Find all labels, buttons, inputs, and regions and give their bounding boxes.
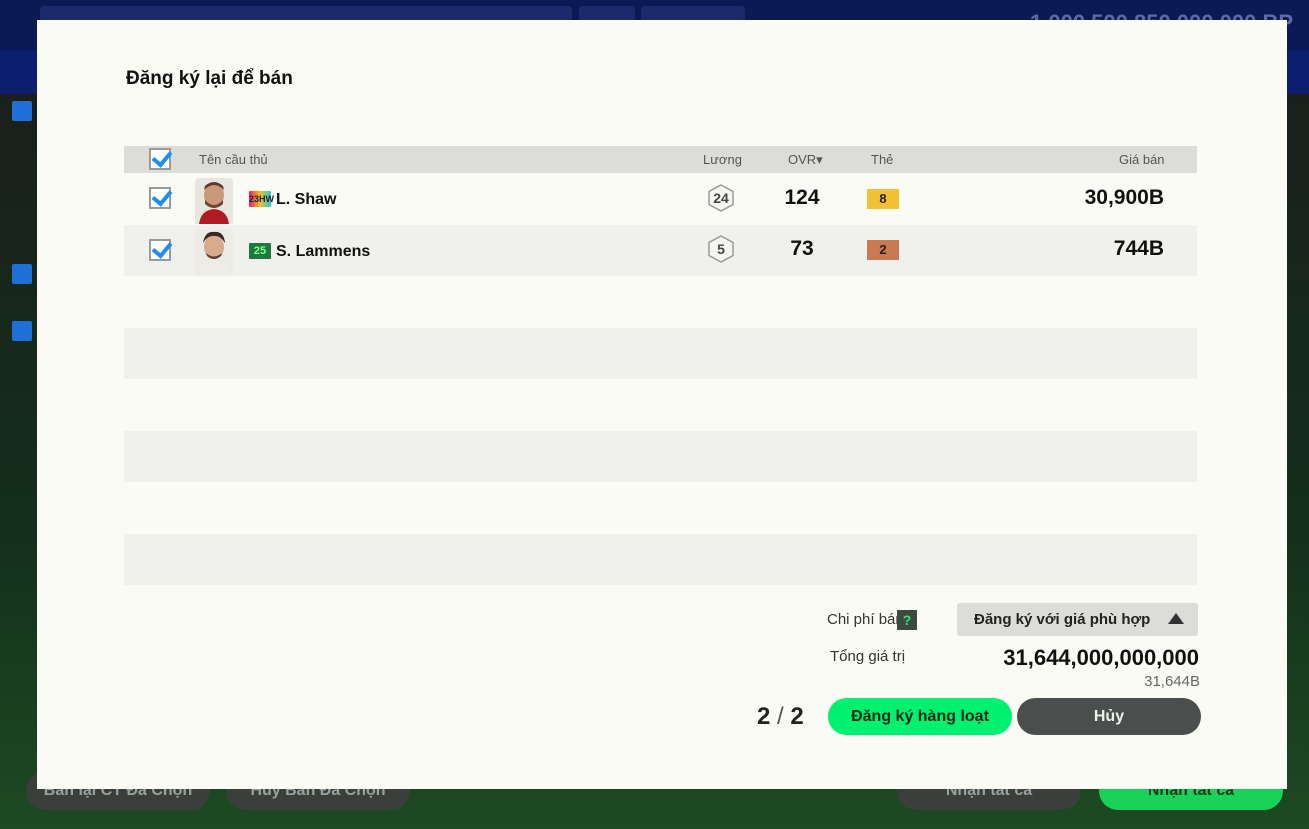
wage-hexagon: 24: [708, 184, 734, 212]
card-grade-badge: 8: [867, 189, 899, 209]
bg-checkbox: [12, 264, 32, 284]
col-wage: Lương: [703, 152, 742, 167]
season-badge: 25: [249, 243, 271, 259]
player-name: S. Lammens: [276, 243, 371, 260]
price-mode-dropdown[interactable]: Đăng ký với giá phù hợp: [957, 603, 1198, 636]
empty-row: [124, 534, 1197, 585]
select-all-checkbox[interactable]: [149, 148, 171, 170]
sell-price: 30,900B: [1084, 186, 1164, 209]
dropdown-value: Đăng ký với giá phù hợp: [974, 611, 1151, 628]
triangle-up-icon: [1168, 613, 1184, 624]
ovr-value: 73: [790, 237, 814, 260]
player-avatar: [195, 229, 233, 275]
total-label: Tổng giá trị: [830, 648, 906, 665]
ovr-value: 124: [784, 186, 820, 209]
col-name: Tên cầu thủ: [199, 152, 268, 167]
table-row[interactable]: 23HW L. Shaw 24 124 8 30,900B: [124, 174, 1197, 225]
fee-label: Chi phí bán: [827, 611, 904, 628]
selected-count: 2: [757, 703, 771, 730]
col-ovr-sort[interactable]: OVR▾: [788, 152, 823, 168]
total-count: 2: [790, 703, 804, 730]
bg-checkbox: [12, 101, 32, 121]
sell-price: 744B: [1113, 237, 1164, 260]
selection-count: 2 / 2: [757, 703, 804, 730]
resell-modal: Đăng ký lại để bán Tên cầu thủ Lương OVR…: [37, 20, 1287, 789]
total-value: 31,644,000,000,000: [1003, 645, 1199, 670]
wage-value: 24: [713, 190, 729, 206]
empty-row: [124, 431, 1197, 482]
player-name: L. Shaw: [276, 191, 337, 208]
cancel-button[interactable]: Hủy: [1017, 698, 1201, 735]
season-badge: 23HW: [249, 191, 274, 207]
col-price: Giá bán: [1119, 152, 1165, 167]
card-grade-badge: 2: [867, 240, 899, 260]
help-icon[interactable]: ?: [897, 610, 917, 630]
wage-value: 5: [717, 241, 725, 257]
total-short: 31,644B: [1144, 673, 1200, 690]
col-card: Thẻ: [871, 152, 894, 167]
bg-checkbox: [12, 321, 32, 341]
row-checkbox[interactable]: [149, 239, 171, 261]
table-header: Tên cầu thủ Lương OVR▾ Thẻ Giá bán: [124, 146, 1197, 173]
bulk-register-button[interactable]: Đăng ký hàng loạt: [828, 698, 1012, 735]
modal-title: Đăng ký lại để bán: [126, 68, 293, 89]
wage-hexagon: 5: [708, 235, 734, 263]
row-checkbox[interactable]: [149, 187, 171, 209]
table-row[interactable]: 25 S. Lammens 5 73 2 744B: [124, 225, 1197, 276]
player-avatar: [195, 178, 233, 224]
empty-row: [124, 328, 1197, 379]
